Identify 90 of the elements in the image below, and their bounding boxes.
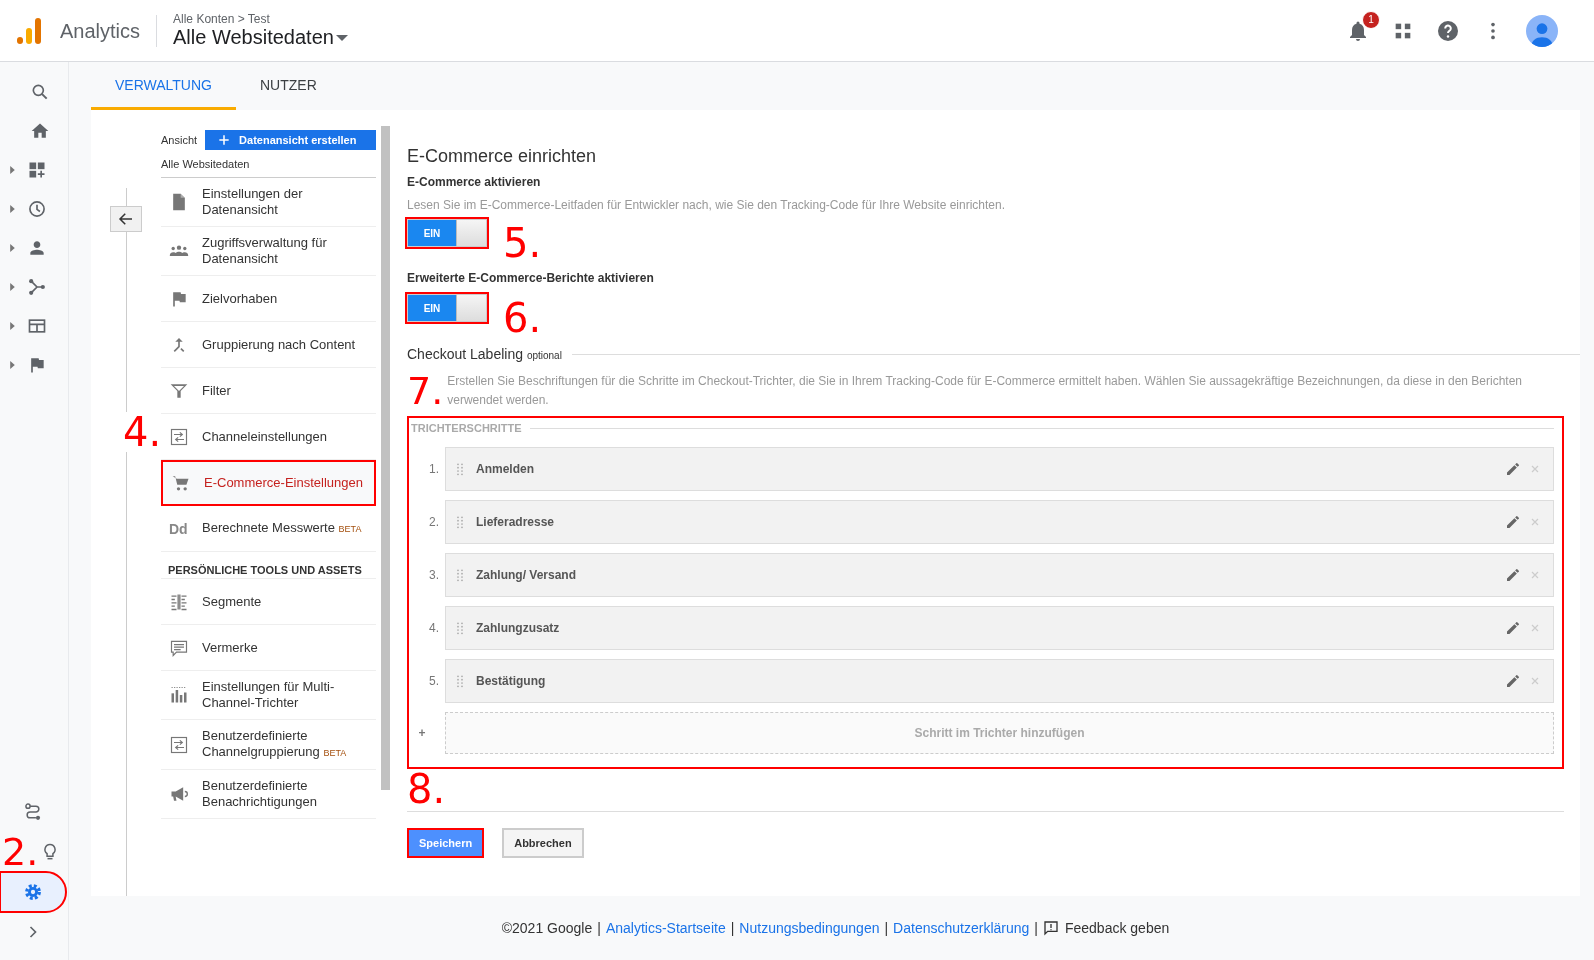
channel-icon xyxy=(169,734,189,755)
view-name: Alle Websitedaten xyxy=(161,158,376,178)
funnel-step[interactable]: Lieferadresse xyxy=(445,500,1554,544)
notification-count: 1 xyxy=(1362,10,1380,29)
step-number: 3. xyxy=(428,568,440,582)
step-number: 1. xyxy=(428,462,440,476)
expand-caret-icon[interactable] xyxy=(10,166,15,174)
feedback-button[interactable]: Feedback geben xyxy=(1042,920,1170,936)
sidebar-item[interactable]: Filter xyxy=(161,368,376,414)
feedback-icon xyxy=(1042,920,1059,936)
footer-link[interactable]: Nutzungsbedingungen xyxy=(739,920,880,936)
back-arrow-icon xyxy=(117,210,135,228)
route-icon xyxy=(23,802,43,822)
help-icon[interactable] xyxy=(1436,18,1460,43)
step-number: 5. xyxy=(428,674,440,688)
edit-icon[interactable] xyxy=(1505,567,1521,583)
annotation-number: 5. xyxy=(503,223,542,268)
search-icon[interactable] xyxy=(30,82,50,102)
home-icon[interactable] xyxy=(30,121,50,141)
separator: | xyxy=(884,920,889,936)
sidebar-item[interactable]: Dd Berechnete Messwerte BETA xyxy=(161,506,376,552)
expand-caret-icon[interactable] xyxy=(10,283,15,291)
add-symbol: + xyxy=(417,726,427,740)
clock-icon[interactable] xyxy=(27,199,47,219)
expand-caret-icon[interactable] xyxy=(10,361,15,369)
plus-icon xyxy=(217,133,232,147)
bar-chart-logo-icon xyxy=(16,16,42,45)
annotation-number: 2. xyxy=(2,833,39,871)
caret-icon xyxy=(335,34,348,41)
footer-link[interactable]: Datenschutzerklärung xyxy=(893,920,1030,936)
branch-icon[interactable] xyxy=(27,277,47,297)
create-view-button[interactable]: Datenansicht erstellen xyxy=(205,130,376,150)
funnel-step[interactable]: Anmelden xyxy=(445,447,1554,491)
expand-caret-icon[interactable] xyxy=(10,322,15,330)
step-number: 2. xyxy=(428,515,440,529)
step-number: 4. xyxy=(428,621,440,635)
dashboard-icon[interactable] xyxy=(27,160,47,180)
sidebar-item[interactable]: Vermerke xyxy=(161,625,376,671)
annotation-number: 8. xyxy=(407,769,446,809)
separator: | xyxy=(730,920,735,936)
expand-caret-icon[interactable] xyxy=(10,205,15,213)
funnel-step[interactable]: Bestätigung xyxy=(445,659,1554,703)
sidebar-item[interactable]: Benutzerdefinierte Channelgruppierung BETA xyxy=(161,720,376,770)
app-name: Analytics xyxy=(60,14,158,47)
sidebar-item[interactable]: E-Commerce-Einstellungen xyxy=(161,460,376,506)
breadcrumb[interactable]: Alle Konten > Test xyxy=(173,12,348,26)
toggle-switch[interactable]: EIN xyxy=(407,219,487,247)
funnel-step[interactable]: Zahlungzusatz xyxy=(445,606,1554,650)
section-heading: PERSÖNLICHE TOOLS UND ASSETS xyxy=(161,552,376,579)
annotation-number: 6. xyxy=(503,298,542,343)
sidebar-item[interactable]: Zugriffsverwaltung für Datenansicht xyxy=(161,227,376,276)
toggle-label: Erweiterte E-Commerce-Berichte aktivieren xyxy=(407,271,655,285)
edit-icon[interactable] xyxy=(1505,514,1521,530)
cancel-button[interactable]: Abbrechen xyxy=(502,828,584,858)
avatar[interactable] xyxy=(1526,14,1558,47)
toggle-label: E-Commerce aktivieren xyxy=(407,175,542,189)
scrollbar[interactable] xyxy=(381,126,390,790)
tab[interactable]: NUTZER xyxy=(236,62,341,110)
copyright-text: ©2021 Google xyxy=(501,920,593,936)
sidebar-item[interactable]: Segmente xyxy=(161,579,376,625)
sidebar-item[interactable]: Benutzerdefinierte Benachrichtigungen xyxy=(161,770,376,819)
edit-icon[interactable] xyxy=(1505,673,1521,689)
annotation-number: 7. xyxy=(407,372,444,410)
settings-icon xyxy=(23,882,43,902)
separator: | xyxy=(1034,920,1038,936)
channel-icon xyxy=(169,426,189,447)
settings-button[interactable] xyxy=(0,872,66,912)
page-title: E-Commerce einrichten xyxy=(407,146,598,167)
steps-heading: TRICHTERSCHRITTE xyxy=(411,422,522,434)
screen-icon[interactable] xyxy=(27,316,47,336)
view-label: Ansicht xyxy=(161,134,198,146)
property-selector[interactable]: Alle Websitedaten xyxy=(173,26,348,49)
bars-icon xyxy=(169,685,189,705)
funnel-step[interactable]: Zahlung/ Versand xyxy=(445,553,1554,597)
cart-icon xyxy=(171,473,191,493)
back-button[interactable] xyxy=(110,206,142,232)
letters-icon: Dd xyxy=(169,520,189,537)
sidebar-item[interactable]: Gruppierung nach Content xyxy=(161,322,376,368)
separator: | xyxy=(597,920,601,936)
sidebar-item[interactable]: Zielvorhaben xyxy=(161,276,376,322)
sidebar-item[interactable]: Einstellungen der Datenansicht xyxy=(161,178,376,227)
expand-caret-icon[interactable] xyxy=(10,244,15,252)
section-title: Checkout Labeling optional xyxy=(407,346,562,362)
footer-link[interactable]: Analytics-Startseite xyxy=(605,920,726,936)
description-text: Erstellen Sie Beschriftungen für die Schritte im Checkout-Trichter, die Sie in Ihrem Tracking-Code für E-Commerce ermittelt haben. Wählen Sie aussagekräftige Bezeichnungen, da diese in den Berichten verwendet werden. xyxy=(447,373,1524,409)
hint-text: Lesen Sie im E-Commerce-Leitfaden für Entwickler nach, wie Sie den Tracking-Code für Ihre Website einrichten. xyxy=(407,198,1007,212)
edit-icon[interactable] xyxy=(1505,461,1521,477)
sidebar-item[interactable]: Einstellungen für Multi-Channel-Trichter xyxy=(161,671,376,720)
edit-icon[interactable] xyxy=(1505,620,1521,636)
toggle-switch[interactable]: EIN xyxy=(407,294,487,322)
